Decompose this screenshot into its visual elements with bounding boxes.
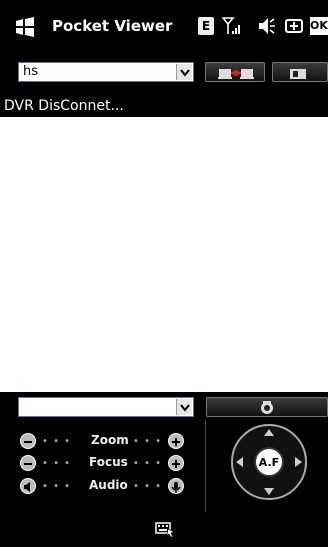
audio-dots: • • •: [42, 481, 72, 492]
camera-button[interactable]: [272, 62, 328, 82]
focus-in-button[interactable]: [168, 455, 184, 471]
camera-icon: [289, 66, 309, 85]
zoom-in-button[interactable]: [168, 433, 184, 449]
focus-label: Focus: [89, 455, 128, 469]
connect-icon: [218, 66, 254, 85]
signal-icon[interactable]: [221, 16, 244, 36]
device-select[interactable]: hs: [18, 62, 194, 82]
focus-dots-right: • • •: [133, 458, 163, 469]
channel-select[interactable]: [18, 397, 194, 417]
camera-snapshot-button[interactable]: [206, 397, 328, 417]
zoom-dots: • • •: [42, 436, 72, 447]
speaker-button[interactable]: [20, 478, 36, 494]
app-title: Pocket Viewer: [52, 17, 173, 35]
zoom-out-button[interactable]: [20, 433, 36, 449]
ok-button[interactable]: OK: [310, 17, 328, 35]
speaker-icon[interactable]: [256, 16, 276, 36]
focus-out-button[interactable]: [20, 455, 36, 471]
audio-label: Audio: [89, 478, 128, 492]
video-view[interactable]: [0, 117, 328, 392]
panel-divider: [205, 420, 206, 512]
focus-dots: • • •: [42, 458, 72, 469]
connection-status-text: DVR DisConnet...: [4, 98, 124, 114]
windows-logo-icon[interactable]: [14, 16, 36, 38]
zoom-label: Zoom: [91, 433, 129, 447]
zoom-dots-right: • • •: [133, 436, 163, 447]
audio-dots-right: • • •: [133, 481, 163, 492]
camera-icon: [258, 400, 276, 419]
chevron-down-icon[interactable]: [176, 64, 192, 80]
network-badge: E: [198, 17, 214, 35]
microphone-button[interactable]: [168, 478, 184, 494]
keyboard-icon[interactable]: [155, 520, 175, 538]
connect-button[interactable]: [205, 62, 265, 82]
battery-charge-icon[interactable]: [284, 16, 306, 36]
chevron-down-icon[interactable]: [176, 399, 192, 415]
device-select-value: hs: [23, 64, 39, 79]
auto-focus-label[interactable]: A.F: [258, 456, 280, 469]
